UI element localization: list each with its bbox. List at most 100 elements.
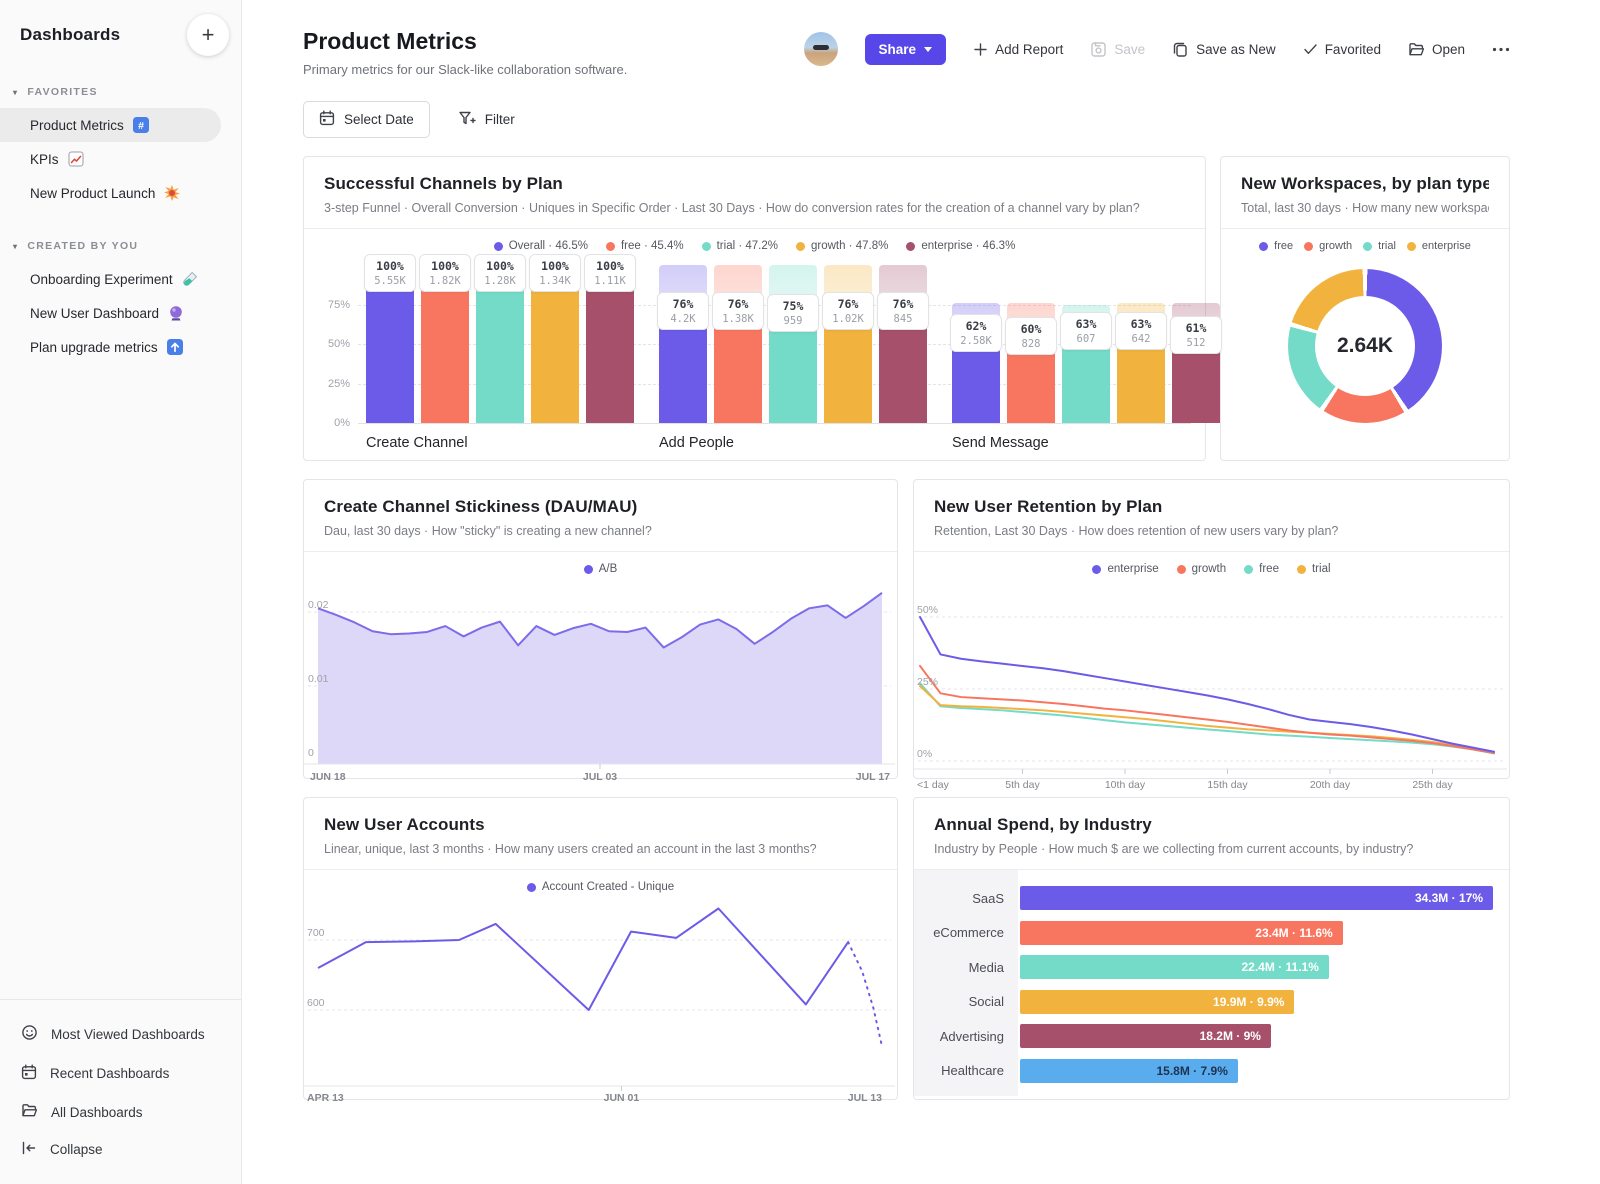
funnel-bar[interactable]: 100% 1.82K (419, 254, 471, 423)
spend-row-label: eCommerce (933, 925, 1004, 941)
sidebar-sections: ▾ FAVORITES Product Metrics # KPIs New Produc… (0, 56, 241, 364)
legend-item-free[interactable]: free (1244, 563, 1279, 575)
sidebar-item-plan-upgrade-metrics[interactable]: Plan upgrade metrics (0, 330, 221, 364)
funnel-bar[interactable]: 100% 1.34K (529, 254, 581, 423)
spend-card-title: Annual Spend, by Industry (934, 815, 1152, 834)
sidebar-footer-item-all-dashboards[interactable]: All Dashboards (0, 1093, 241, 1131)
funnel-bar[interactable]: 75% 959 (767, 265, 819, 423)
legend-item-enterprise[interactable]: enterprise (1092, 563, 1159, 575)
funnel-bar-count: 1.34K (539, 275, 571, 287)
more-menu-button[interactable] (1492, 47, 1510, 52)
check-icon (1303, 43, 1318, 55)
spend-row-label: Media (968, 959, 1004, 975)
sidebar-section-title: CREATED BY YOU (27, 240, 139, 252)
favorited-button[interactable]: Favorited (1303, 42, 1381, 57)
svg-text:0: 0 (308, 747, 314, 759)
funnel-bar[interactable]: 76% 1.38K (712, 265, 764, 423)
legend-dot-icon (1363, 241, 1373, 251)
spend-bar-saas[interactable]: 34.3M · 17% (1020, 886, 1493, 911)
stickiness-card-title: Create Channel Stickiness (DAU/MAU) (324, 497, 638, 516)
legend-item-account-created-unique[interactable]: Account Created - Unique (526, 881, 675, 893)
donut-chart: 2.64K (1288, 269, 1442, 423)
y-axis-tick-label: 0% (334, 417, 350, 429)
legend-item-trial[interactable]: trial (1363, 240, 1396, 252)
funnel-bar-count: 845 (893, 312, 913, 325)
open-button[interactable]: Open (1408, 42, 1465, 57)
spend-bar-advertising[interactable]: 18.2M · 9% (1020, 1024, 1271, 1049)
sidebar-item-kpis[interactable]: KPIs (0, 142, 221, 176)
legend-label: Account Created - Unique (541, 881, 675, 893)
funnel-bar-label: 76% 1.02K (822, 291, 874, 330)
workspaces-card: New Workspaces, by plan type Total, last… (1220, 156, 1510, 461)
select-date-button[interactable]: Select Date (303, 101, 430, 138)
spend-bar-row: 15.8M · 7.9% (1020, 1054, 1493, 1089)
legend-item-trial[interactable]: trial (1296, 563, 1331, 575)
funnel-bar[interactable]: 76% 4.2K (657, 265, 709, 423)
funnel-bar[interactable]: 76% 845 (877, 265, 929, 423)
legend-label: growth (1319, 240, 1353, 252)
new-dashboard-button[interactable]: + (187, 14, 229, 56)
sidebar-section-label[interactable]: ▾ FAVORITES (0, 86, 241, 98)
sidebar-footer-item-collapse[interactable]: Collapse (0, 1131, 241, 1168)
svg-text:JUN 01: JUN 01 (604, 1092, 640, 1104)
legend-item-growth[interactable]: growth · 47.8% (795, 240, 888, 252)
funnel-bar[interactable]: 62% 2.58K (950, 265, 1002, 423)
legend-item-growth[interactable]: growth (1176, 563, 1226, 575)
calendar-icon (21, 1064, 37, 1083)
retention-card: New User Retention by Plan Retention, La… (913, 479, 1510, 791)
funnel-bar-percent: 100% (541, 259, 569, 273)
legend-dot-icon (906, 241, 916, 251)
filter-button[interactable]: Filter (455, 102, 517, 137)
sidebar-footer-item-recent-dashboards[interactable]: Recent Dashboards (0, 1054, 241, 1093)
spend-bar-row: 34.3M · 17% (1020, 881, 1493, 916)
sidebar-item-new-user-dashboard[interactable]: New User Dashboard (0, 296, 221, 330)
legend-item-a-b[interactable]: A/B (583, 563, 617, 575)
funnel-bar[interactable]: 100% 1.11K (584, 254, 636, 423)
spend-bar-healthcare[interactable]: 15.8M · 7.9% (1020, 1058, 1238, 1083)
funnel-bar[interactable]: 60% 828 (1005, 265, 1057, 423)
save-as-new-button[interactable]: Save as New (1172, 41, 1276, 58)
funnel-bar[interactable]: 100% 5.55K (364, 254, 416, 423)
accounts-card-header: New User Accounts Linear, unique, last 3… (304, 798, 897, 869)
add-report-button[interactable]: Add Report (973, 42, 1063, 57)
sidebar-item-onboarding-experiment[interactable]: Onboarding Experiment (0, 262, 221, 296)
funnel-bar-percent: 60% (1020, 322, 1042, 337)
legend-item-enterprise[interactable]: enterprise · 46.3% (906, 240, 1015, 252)
funnel-bar-label: 100% 1.34K (529, 254, 581, 292)
stickiness-card-subtitle: Dau, last 30 days · How "sticky" is crea… (324, 524, 652, 538)
legend-item-growth[interactable]: growth (1304, 240, 1352, 252)
funnel-bar[interactable]: 100% 1.28K (474, 254, 526, 423)
spend-bar-social[interactable]: 19.9M · 9.9% (1020, 989, 1295, 1014)
svg-text:50%: 50% (917, 604, 938, 616)
sidebar-section-label[interactable]: ▾ CREATED BY YOU (0, 240, 241, 252)
collapse-icon (21, 1141, 37, 1158)
legend-item-trial[interactable]: trial · 47.2% (701, 240, 778, 252)
user-avatar[interactable] (803, 32, 838, 66)
funnel-bar[interactable]: 63% 607 (1060, 265, 1112, 423)
legend-item-enterprise[interactable]: enterprise (1406, 240, 1471, 252)
stickiness-legend: A/B (304, 552, 897, 576)
smiley-icon (21, 1024, 38, 1044)
funnel-bar-percent: 63% (1075, 317, 1097, 332)
funnel-bar[interactable]: 76% 1.02K (822, 265, 874, 423)
legend-dot-icon (1296, 564, 1306, 574)
funnel-bar[interactable]: 63% 642 (1115, 265, 1167, 423)
sidebar-item-new-product-launch[interactable]: New Product Launch (0, 176, 221, 210)
spend-bar-ecommerce[interactable]: 23.4M · 11.6% (1020, 920, 1343, 945)
funnel-bar[interactable]: 61% 512 (1170, 265, 1222, 423)
donut-total: 2.64K (1315, 296, 1415, 396)
spend-bar-row: 18.2M · 9% (1020, 1019, 1493, 1054)
sidebar-item-product-metrics[interactable]: Product Metrics # (0, 108, 221, 142)
sidebar-item-label: Product Metrics (30, 117, 124, 133)
funnel-bar-label: 75% 959 (767, 293, 819, 332)
sidebar-footer-item-most-viewed-dashboards[interactable]: Most Viewed Dashboards (0, 1014, 241, 1054)
legend-dot-icon (1244, 564, 1254, 574)
spend-row-label: SaaS (972, 890, 1004, 906)
legend-item-free[interactable]: free · 45.4% (605, 240, 684, 252)
share-button[interactable]: Share (864, 33, 947, 65)
accounts-card-title: New User Accounts (324, 815, 485, 834)
sidebar-item-label: Plan upgrade metrics (30, 339, 158, 355)
legend-item-free[interactable]: free (1259, 240, 1293, 252)
legend-item-overall[interactable]: Overall · 46.5% (493, 240, 588, 252)
spend-bar-media[interactable]: 22.4M · 11.1% (1020, 955, 1329, 980)
